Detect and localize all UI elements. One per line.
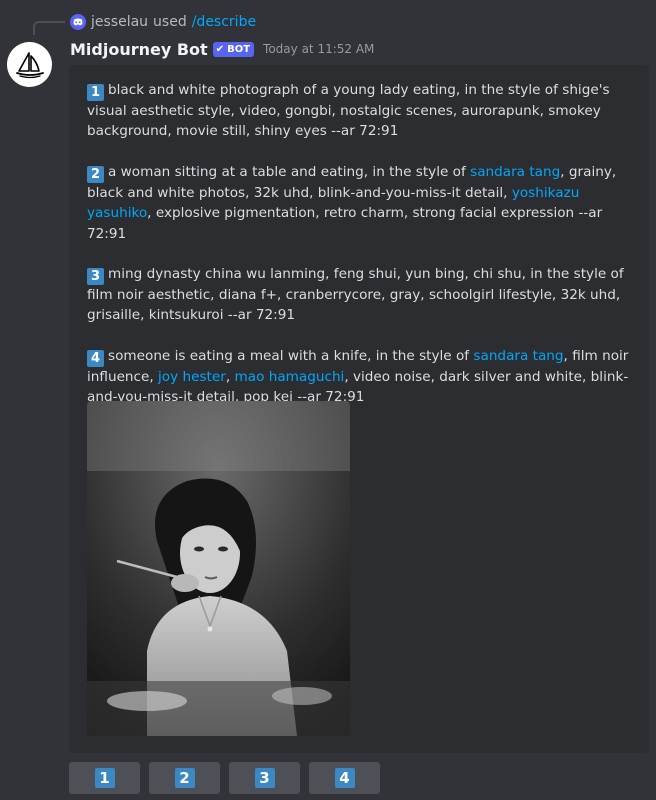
prompt-number-badge: 4 xyxy=(87,349,104,367)
button-number-label: 4 xyxy=(334,768,355,788)
prompt-list: 1 black and white photograph of a young l… xyxy=(87,80,637,428)
button-number-label: 3 xyxy=(254,768,275,788)
prompt-text: black and white photograph of a young la… xyxy=(87,82,610,140)
artist-link[interactable]: mao hamaguchi xyxy=(235,369,345,385)
bot-badge: ✔ BOT xyxy=(212,41,255,57)
upscale-button-row: 1 2 3 4 xyxy=(69,762,380,794)
prompt-2: 2a woman sitting at a table and eating, … xyxy=(87,162,637,244)
prompt-text: a woman sitting at a table and eating, i… xyxy=(108,163,471,180)
avatar[interactable] xyxy=(7,42,52,87)
reply-command[interactable]: /describe xyxy=(192,14,256,30)
checkmark-icon: ✔ xyxy=(215,43,225,55)
imagine-button-2[interactable]: 2 xyxy=(149,762,220,794)
prompt-text: , xyxy=(225,368,235,385)
prompt-1: 1 black and white photograph of a young l… xyxy=(87,80,637,142)
prompt-text: , explosive pigmentation, retro charm, s… xyxy=(87,205,603,242)
attached-image[interactable] xyxy=(87,401,350,736)
prompt-text: ming dynasty china wu lanming, feng shui… xyxy=(87,266,624,324)
imagine-button-3[interactable]: 3 xyxy=(229,762,300,794)
reply-context[interactable]: jesselau used /describe xyxy=(70,12,256,32)
prompt-number-badge: 1 xyxy=(87,84,104,101)
reply-username[interactable]: jesselau xyxy=(91,14,148,30)
reply-connector xyxy=(33,21,65,35)
prompt-text: someone is eating a meal with a knife, i… xyxy=(108,347,474,364)
portrait-photo xyxy=(87,401,350,736)
prompt-number-badge: 3 xyxy=(87,268,104,286)
button-number-label: 2 xyxy=(174,768,195,788)
imagine-button-1[interactable]: 1 xyxy=(69,762,140,794)
artist-link[interactable]: sandara tang xyxy=(470,164,560,180)
artist-link[interactable]: joy hester xyxy=(158,369,226,385)
prompt-4: 4 someone is eating a meal with a knife, … xyxy=(87,346,637,408)
reply-action: used xyxy=(153,14,187,30)
artist-link[interactable]: sandara tang xyxy=(473,348,563,364)
author-name[interactable]: Midjourney Bot xyxy=(70,40,208,59)
describe-embed: 1 black and white photograph of a young l… xyxy=(69,65,649,753)
message-timestamp[interactable]: Today at 11:52 AM xyxy=(263,42,374,56)
midjourney-boat-icon xyxy=(15,51,44,78)
message-header: Midjourney Bot ✔ BOT Today at 11:52 AM xyxy=(70,38,374,60)
imagine-button-4[interactable]: 4 xyxy=(309,762,380,794)
bot-badge-label: BOT xyxy=(227,43,251,55)
button-number-label: 1 xyxy=(94,768,115,788)
prompt-number-badge: 2 xyxy=(87,165,104,183)
discord-logo-icon xyxy=(70,14,86,30)
prompt-3: 3 ming dynasty china wu lanming, feng shu… xyxy=(87,264,637,326)
